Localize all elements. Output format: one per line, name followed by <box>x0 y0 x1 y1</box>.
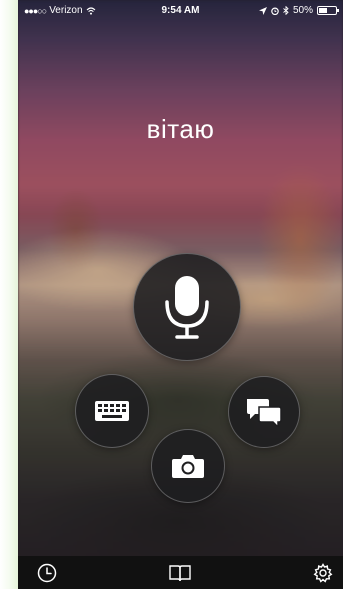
settings-tab[interactable] <box>312 562 334 584</box>
gear-icon <box>313 563 333 583</box>
history-tab[interactable] <box>36 562 58 584</box>
conversation-button[interactable] <box>228 376 300 448</box>
bluetooth-icon <box>283 6 289 15</box>
keyboard-icon <box>95 401 129 421</box>
greeting-text: вітаю <box>146 114 215 144</box>
battery-percent: 50% <box>292 5 313 16</box>
phrasebook-tab[interactable] <box>169 562 191 584</box>
microphone-button[interactable] <box>133 253 241 361</box>
location-arrow-icon <box>258 6 267 15</box>
camera-button[interactable] <box>151 429 225 503</box>
battery-fill <box>319 8 327 13</box>
status-right-group: 50% <box>258 5 339 16</box>
alarm-icon <box>271 7 279 15</box>
left-edge-strip <box>0 0 18 589</box>
microphone-icon <box>165 276 209 339</box>
speech-bubbles-icon <box>247 399 282 427</box>
phone-screen: ●●●○○ Verizon 9:54 AM 50% вітаю <box>18 0 343 589</box>
clock-icon <box>37 563 57 583</box>
bottom-toolbar <box>18 556 343 589</box>
book-icon <box>169 565 191 582</box>
camera-icon <box>172 455 204 478</box>
keyboard-button[interactable] <box>75 374 149 448</box>
status-bar: ●●●○○ Verizon 9:54 AM 50% <box>18 0 343 22</box>
battery-icon <box>317 6 339 15</box>
screenshot-frame: ●●●○○ Verizon 9:54 AM 50% вітаю <box>0 0 348 589</box>
